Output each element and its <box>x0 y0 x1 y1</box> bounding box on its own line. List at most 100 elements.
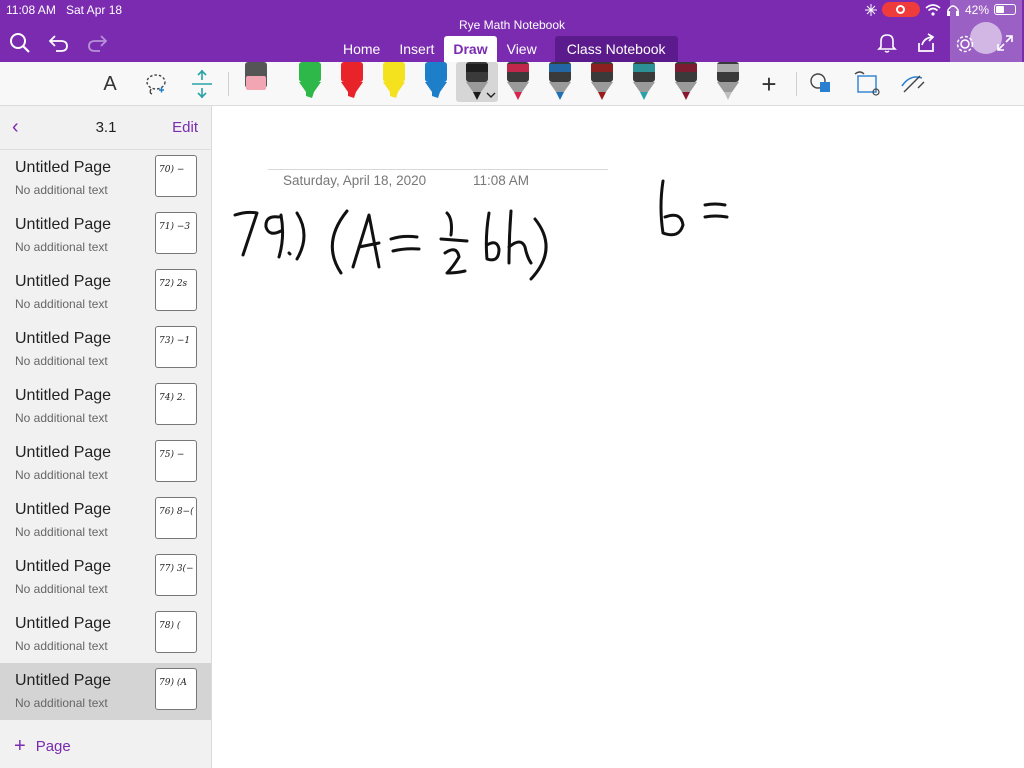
add-page-button[interactable]: + Page <box>14 736 71 756</box>
ink-equals <box>389 234 421 253</box>
page-thumbnail: 74) 2. <box>155 383 197 425</box>
thumbnail-ink: 77) 3(− <box>159 564 194 574</box>
dark-red-pen-icon[interactable] <box>591 62 613 100</box>
page-thumbnail: 77) 3(− <box>155 554 197 596</box>
title-bar: 11:08 AM Sat Apr 18 42% Rye Math Noteboo… <box>0 0 1024 62</box>
add-page-label: Page <box>35 737 71 755</box>
thumbnail-ink: 75) − <box>159 450 185 460</box>
tab-class-notebook[interactable]: Class Notebook <box>554 36 678 62</box>
teal-galaxy-pen-icon[interactable] <box>633 62 655 100</box>
page-title: Untitled Page <box>15 273 112 290</box>
page-title: Untitled Page <box>15 444 112 461</box>
edit-button[interactable]: Edit <box>172 119 198 136</box>
tab-insert[interactable]: Insert <box>390 36 443 62</box>
ink-numerator-1 <box>445 211 453 237</box>
gear-icon[interactable] <box>955 34 975 54</box>
add-pen-button[interactable]: + <box>756 62 782 106</box>
page-list-item[interactable]: Untitled Page No additional text 75) − <box>0 435 211 492</box>
page-title: Untitled Page <box>15 216 112 233</box>
silver-pen-icon[interactable] <box>717 62 739 100</box>
page-subtitle: No additional text <box>15 639 108 653</box>
tab-home[interactable]: Home <box>334 36 389 62</box>
page-thumbnail: 75) − <box>155 440 197 482</box>
wifi-icon <box>925 3 941 16</box>
page-subtitle: No additional text <box>15 525 108 539</box>
ink-dot <box>287 251 292 256</box>
page-thumbnail: 73) −1 <box>155 326 197 368</box>
page-thumbnail: 79) (A <box>155 668 197 710</box>
page-list-item[interactable]: Untitled Page No additional text 71) −3 <box>0 207 211 264</box>
ink-fraction-bar <box>439 237 469 243</box>
yellow-highlighter-icon[interactable] <box>383 62 405 98</box>
thumbnail-ink: 78) ( <box>159 621 181 631</box>
thumbnail-ink: 76) 8−( <box>159 507 194 517</box>
pen-tray <box>245 62 739 100</box>
page-title: Untitled Page <box>15 159 112 176</box>
page-subtitle: No additional text <box>15 297 108 311</box>
page-subtitle: No additional text <box>15 468 108 482</box>
page-title: Untitled Page <box>15 387 112 404</box>
maroon-pen-icon[interactable] <box>675 62 697 100</box>
note-canvas[interactable]: Saturday, April 18, 2020 11:08 AM <box>213 107 1024 768</box>
brightness-icon <box>864 3 877 16</box>
page-thumbnail: 70) − <box>155 155 197 197</box>
ink-to-shape-icon[interactable] <box>852 62 882 106</box>
red-highlighter-icon[interactable] <box>341 62 363 98</box>
bell-icon[interactable] <box>877 32 897 54</box>
thumbnail-ink: 74) 2. <box>159 393 186 403</box>
handwritten-ink[interactable] <box>213 107 1024 768</box>
page-title: Untitled Page <box>15 501 112 518</box>
redo-icon[interactable] <box>86 32 108 54</box>
blue-highlighter-icon[interactable] <box>425 62 447 98</box>
screen-record-icon <box>881 2 920 17</box>
page-title: Untitled Page <box>15 330 112 347</box>
draw-ribbon: A + <box>0 62 1024 106</box>
ink-equals-right <box>703 202 729 219</box>
page-title: Untitled Page <box>15 672 112 689</box>
green-highlighter-icon[interactable] <box>299 62 321 98</box>
share-icon[interactable] <box>915 32 937 54</box>
page-list-item[interactable]: Untitled Page No additional text 74) 2. <box>0 378 211 435</box>
page-subtitle: No additional text <box>15 411 108 425</box>
page-subtitle: No additional text <box>15 354 108 368</box>
page-list-item[interactable]: Untitled Page No additional text 78) ( <box>0 606 211 663</box>
tab-view[interactable]: View <box>498 36 546 62</box>
page-list-item[interactable]: Untitled Page No additional text 77) 3(− <box>0 549 211 606</box>
page-subtitle: No additional text <box>15 183 108 197</box>
page-subtitle: No additional text <box>15 240 108 254</box>
ink-denominator-2 <box>443 248 467 275</box>
page-list-item[interactable]: Untitled Page No additional text 70) − <box>0 150 211 207</box>
page-list-item[interactable]: Untitled Page No additional text 73) −1 <box>0 321 211 378</box>
thumbnail-ink: 79) (A <box>159 678 187 688</box>
shapes-icon[interactable] <box>808 62 836 106</box>
page-list-item[interactable]: Untitled Page No additional text 76) 8−( <box>0 492 211 549</box>
page-thumbnail: 72) 2s <box>155 269 197 311</box>
page-title: Untitled Page <box>15 558 112 575</box>
pink-pen-icon[interactable] <box>507 62 529 100</box>
page-title: Untitled Page <box>15 615 112 632</box>
page-thumbnail: 78) ( <box>155 611 197 653</box>
page-list-item[interactable]: Untitled Page No additional text 72) 2s <box>0 264 211 321</box>
black-pen-icon[interactable] <box>466 62 488 100</box>
ribbon-divider <box>796 72 797 96</box>
page-thumbnail: 71) −3 <box>155 212 197 254</box>
ink-open-paren <box>330 209 349 275</box>
ribbon-tabs: Home Insert Draw View Class Notebook <box>334 36 679 62</box>
tab-draw[interactable]: Draw <box>444 36 497 62</box>
ink-letter-A <box>351 213 381 269</box>
thumbnail-ink: 71) −3 <box>159 222 191 232</box>
page-list-item-selected[interactable]: Untitled Page No additional text 79) (A <box>0 663 211 720</box>
search-icon[interactable] <box>9 32 31 54</box>
blue-pen-icon[interactable] <box>549 62 571 100</box>
ink-paren <box>295 211 306 261</box>
page-subtitle: No additional text <box>15 582 108 596</box>
ink-replay-icon[interactable] <box>898 62 928 106</box>
undo-icon[interactable] <box>48 32 70 54</box>
ink-close-paren <box>529 217 548 281</box>
ink-letter-b-right <box>659 179 685 237</box>
page-subtitle: No additional text <box>15 696 108 710</box>
thumbnail-ink: 73) −1 <box>159 336 191 346</box>
expand-icon[interactable] <box>995 33 1015 53</box>
notebook-title: Rye Math Notebook <box>458 18 566 32</box>
eraser-icon[interactable] <box>245 62 267 90</box>
